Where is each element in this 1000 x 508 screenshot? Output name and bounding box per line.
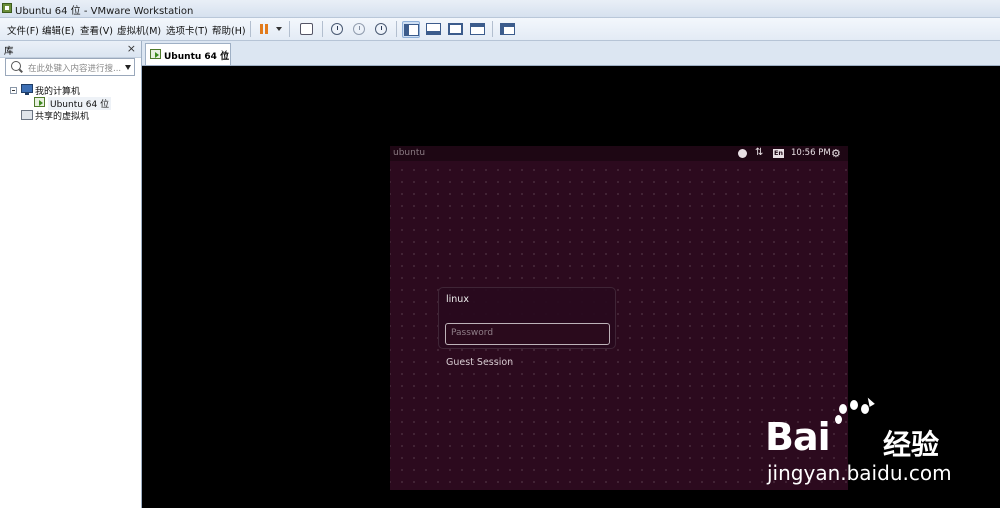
library-search-box[interactable]: 在此处键入内容进行搜... <box>5 58 135 76</box>
shared-vms-icon <box>21 110 33 120</box>
library-header: 库 × <box>0 41 141 58</box>
toolbar-separator <box>396 21 397 37</box>
menu-edit[interactable]: 编辑(E) <box>42 23 74 37</box>
search-icon <box>11 61 21 71</box>
toolbar-separator <box>289 21 290 37</box>
vm-icon <box>150 49 161 59</box>
watermark-brand-cn: 经验 <box>883 428 940 461</box>
library-title: 库 <box>4 46 14 57</box>
ubuntu-top-panel: ubuntu ⇅ En 10:56 PM ⚙ <box>390 146 848 161</box>
library-search-input[interactable]: 在此处键入内容进行搜... <box>28 62 121 74</box>
toolbar-separator <box>250 21 251 37</box>
thumbnail-view-icon[interactable] <box>425 21 443 38</box>
login-username[interactable]: linux <box>446 294 469 305</box>
tab-ubuntu-vm[interactable]: Ubuntu 64 位 × <box>145 43 231 65</box>
library-view-icon[interactable] <box>499 21 517 38</box>
login-card: linux Password <box>438 287 616 349</box>
menu-help[interactable]: 帮助(H) <box>212 23 246 37</box>
password-field[interactable]: Password <box>445 323 610 345</box>
ubuntu-hostname: ubuntu <box>393 148 426 158</box>
menu-toolbar: 文件(F) 编辑(E) 查看(V) 虚拟机(M) 选项卡(T) 帮助(H) <box>0 18 1000 41</box>
vm-icon <box>34 97 45 107</box>
toolbar-separator <box>322 21 323 37</box>
tree-collapse-icon[interactable] <box>10 87 17 94</box>
toolbar-separator <box>492 21 493 37</box>
guest-session-option[interactable]: Guest Session <box>446 357 513 368</box>
snapshot-icon[interactable] <box>328 21 346 38</box>
menu-vm[interactable]: 虚拟机(M) <box>117 23 161 37</box>
tree-item-my-computer[interactable]: 我的计算机 <box>35 84 80 97</box>
menu-file[interactable]: 文件(F) <box>7 23 39 37</box>
menu-view[interactable]: 查看(V) <box>80 23 113 37</box>
computer-icon <box>21 84 33 95</box>
keyboard-layout-indicator[interactable]: En <box>773 149 784 158</box>
window-title: Ubuntu 64 位 - VMware Workstation <box>15 6 194 17</box>
baidu-paw-icon <box>833 400 875 440</box>
library-panel: 库 × 在此处键入内容进行搜... 我的计算机 Ubuntu 64 位 共享的虚… <box>0 41 142 508</box>
menu-tabs[interactable]: 选项卡(T) <box>166 23 208 37</box>
console-view-icon[interactable] <box>402 21 420 38</box>
gear-icon[interactable]: ⚙ <box>831 147 841 160</box>
tab-strip: Ubuntu 64 位 × <box>142 41 1000 66</box>
password-placeholder: Password <box>451 328 494 338</box>
snapshot-manager-icon[interactable] <box>372 21 390 38</box>
watermark-brand: Bai <box>765 415 831 459</box>
library-close-button[interactable]: × <box>127 42 136 55</box>
watermark-url: jingyan.baidu.com <box>767 461 952 485</box>
chevron-down-icon[interactable] <box>125 65 131 70</box>
baidu-jingyan-watermark: Bai 经验 jingyan.baidu.com <box>765 395 1000 490</box>
revert-snapshot-icon[interactable] <box>350 21 368 38</box>
tab-close-button[interactable]: × <box>220 48 228 59</box>
network-icon[interactable]: ⇅ <box>755 147 763 158</box>
accessibility-icon[interactable] <box>738 149 747 158</box>
window-titlebar: Ubuntu 64 位 - VMware Workstation <box>0 0 1000 18</box>
power-dropdown-icon[interactable] <box>276 27 282 31</box>
send-keys-icon[interactable] <box>298 21 316 38</box>
fullscreen-icon[interactable] <box>447 21 465 38</box>
tree-item-shared-vms[interactable]: 共享的虚拟机 <box>35 109 89 122</box>
clock[interactable]: 10:56 PM <box>791 148 831 158</box>
unity-icon[interactable] <box>469 21 487 38</box>
pause-icon[interactable] <box>257 21 275 38</box>
vmware-app-icon <box>2 3 12 13</box>
